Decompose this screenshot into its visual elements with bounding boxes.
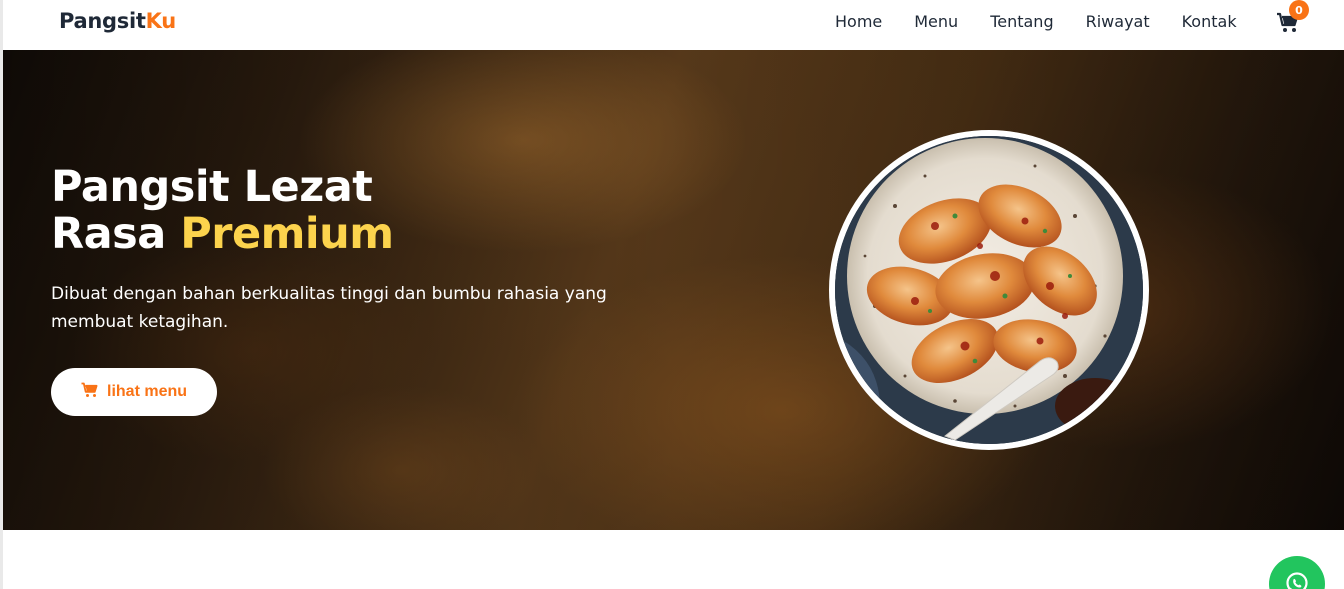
navbar: PangsitKu Home Menu Tentang Riwayat Kont… [3, 0, 1344, 50]
hero-content: Pangsit Lezat Rasa Premium Dibuat dengan… [51, 164, 671, 416]
view-menu-label: lihat menu [107, 383, 188, 400]
logo-main: Pangsit [59, 9, 146, 33]
whatsapp-button[interactable] [1269, 556, 1325, 589]
hero-title-highlight: Premium [180, 209, 394, 259]
hero-title-line1: Pangsit Lezat [51, 162, 373, 212]
dumpling-dish-image [829, 130, 1149, 450]
nav-link-menu[interactable]: Menu [914, 12, 958, 32]
cart-count-badge: 0 [1289, 0, 1309, 20]
whatsapp-icon [1284, 570, 1310, 589]
brand-logo[interactable]: PangsitKu [59, 9, 176, 33]
nav-link-tentang[interactable]: Tentang [990, 12, 1053, 32]
nav-links: Home Menu Tentang Riwayat Kontak [835, 12, 1269, 32]
nav-link-kontak[interactable]: Kontak [1182, 12, 1237, 32]
cart-icon [81, 382, 99, 403]
nav-link-home[interactable]: Home [835, 12, 882, 32]
logo-accent: Ku [145, 9, 177, 33]
hero-title: Pangsit Lezat Rasa Premium [51, 164, 671, 258]
page: PangsitKu Home Menu Tentang Riwayat Kont… [0, 0, 1344, 589]
hero-title-line2-prefix: Rasa [51, 209, 181, 259]
hero-subtitle: Dibuat dengan bahan berkualitas tinggi d… [51, 284, 607, 332]
hero-section: Pangsit Lezat Rasa Premium Dibuat dengan… [3, 50, 1344, 530]
view-menu-button[interactable]: lihat menu [51, 368, 218, 416]
nav-link-riwayat[interactable]: Riwayat [1086, 12, 1150, 32]
